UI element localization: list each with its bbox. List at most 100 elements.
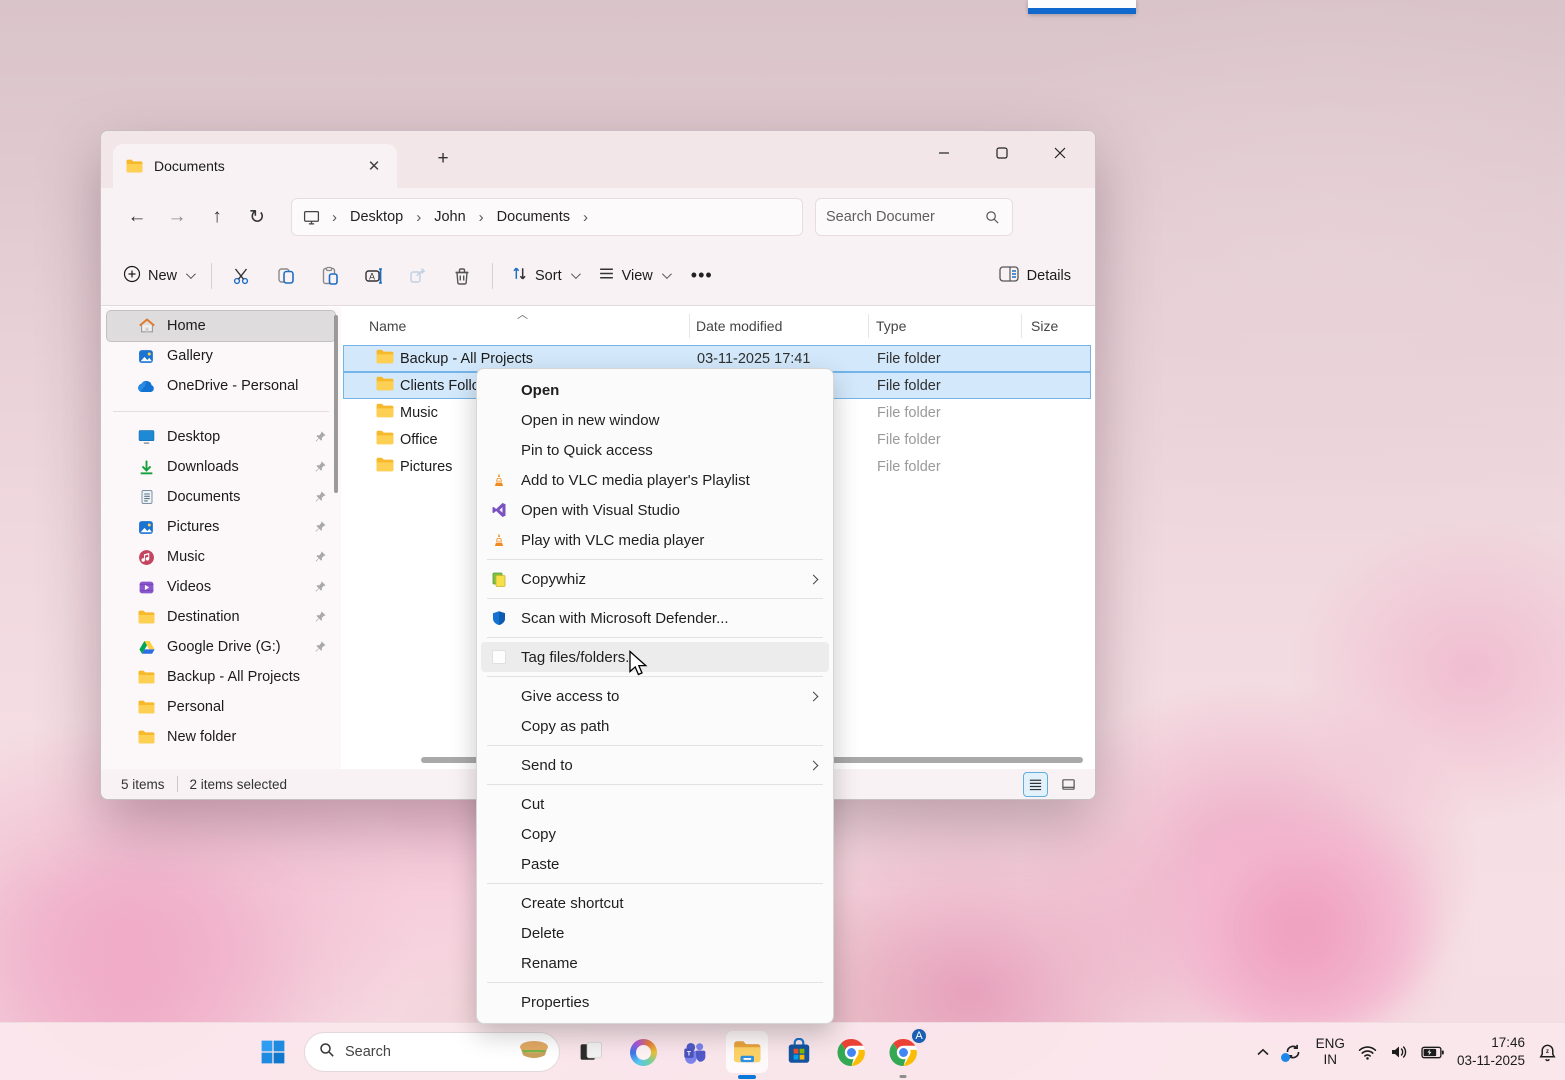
chrome-icon[interactable]	[830, 1031, 872, 1073]
copilot-icon[interactable]	[622, 1031, 664, 1073]
volume-icon[interactable]	[1390, 1044, 1408, 1060]
this-pc-icon[interactable]	[302, 208, 321, 227]
rename-button[interactable]: A	[352, 257, 396, 295]
back-button[interactable]: ←	[117, 199, 157, 235]
sidebar-item-destination[interactable]: Destination	[107, 602, 335, 632]
sidebar-item-onedrive[interactable]: OneDrive - Personal	[107, 371, 335, 401]
breadcrumb-documents[interactable]: Documents	[495, 207, 572, 227]
column-size[interactable]: Size	[1031, 318, 1058, 334]
breadcrumb-desktop[interactable]: Desktop	[348, 207, 405, 227]
menu-item-open[interactable]: Open	[481, 375, 829, 405]
close-button[interactable]	[1031, 131, 1089, 175]
menu-item-create-shortcut[interactable]: Create shortcut	[481, 888, 829, 918]
menu-item-cut[interactable]: Cut	[481, 789, 829, 819]
sidebar-item-home[interactable]: Home	[107, 311, 335, 341]
menu-item-delete[interactable]: Delete	[481, 918, 829, 948]
file-explorer-icon[interactable]	[726, 1031, 768, 1073]
menu-item-tag-files-folders[interactable]: Tag files/folders...	[481, 642, 829, 672]
sidebar-item-videos[interactable]: Videos	[107, 572, 335, 602]
desktop-icon	[137, 428, 156, 447]
maximize-button[interactable]	[973, 131, 1031, 175]
onedrive-icon	[137, 377, 156, 396]
chrome-profile-icon[interactable]: A	[882, 1031, 924, 1073]
sidebar-item-backup-all-projects[interactable]: Backup - All Projects	[107, 662, 335, 692]
column-name[interactable]: Name	[369, 318, 406, 334]
sidebar-item-new-folder[interactable]: New folder	[107, 722, 335, 752]
paste-button[interactable]	[308, 257, 352, 295]
breadcrumb-john[interactable]: John	[432, 207, 467, 227]
sidebar-item-gallery[interactable]: Gallery	[107, 341, 335, 371]
notification-bell-icon[interactable]: z	[1538, 1043, 1557, 1062]
more-options-button[interactable]: •••	[679, 265, 725, 286]
teams-icon[interactable]: T	[674, 1031, 716, 1073]
sidebar-item-pictures[interactable]: Pictures	[107, 512, 335, 542]
vlc-icon	[489, 530, 509, 550]
copy-button[interactable]	[264, 257, 308, 295]
menu-item-give-access-to[interactable]: Give access to	[481, 681, 829, 711]
task-view-button[interactable]	[570, 1031, 612, 1073]
sidebar-scrollbar[interactable]	[334, 315, 338, 493]
plus-circle-icon	[123, 265, 141, 287]
delete-button[interactable]	[440, 257, 484, 295]
taskbar-search[interactable]: Search	[304, 1032, 560, 1072]
clock[interactable]: 17:46 03-11-2025	[1457, 1034, 1525, 1069]
sidebar-item-music[interactable]: Music	[107, 542, 335, 572]
menu-item-play-with-vlc[interactable]: Play with VLC media player	[481, 525, 829, 555]
new-button[interactable]: New	[113, 257, 203, 295]
sidebar-item-downloads[interactable]: Downloads	[107, 452, 335, 482]
menu-item-send-to[interactable]: Send to	[481, 750, 829, 780]
menu-separator	[487, 559, 823, 560]
sidebar-item-personal[interactable]: Personal	[107, 692, 335, 722]
menu-item-copy-as-path[interactable]: Copy as path	[481, 711, 829, 741]
sidebar-item-desktop[interactable]: Desktop	[107, 422, 335, 452]
column-type[interactable]: Type	[876, 318, 906, 334]
menu-item-paste[interactable]: Paste	[481, 849, 829, 879]
battery-icon[interactable]	[1421, 1046, 1444, 1059]
share-button[interactable]	[396, 257, 440, 295]
sidebar-item-documents[interactable]: Documents	[107, 482, 335, 512]
tab-documents[interactable]: Documents ✕	[113, 144, 397, 188]
pin-icon	[313, 430, 327, 444]
show-hidden-icons-button[interactable]	[1256, 1047, 1270, 1057]
menu-item-properties[interactable]: Properties	[481, 987, 829, 1017]
menu-item-scan-with-defender[interactable]: Scan with Microsoft Defender...	[481, 603, 829, 633]
icons-view-toggle[interactable]	[1056, 772, 1081, 797]
wifi-icon[interactable]	[1358, 1045, 1377, 1060]
menu-item-pin-to-quick-access[interactable]: Pin to Quick access	[481, 435, 829, 465]
details-pane-icon	[999, 266, 1019, 286]
svg-text:A: A	[369, 271, 375, 281]
menu-item-add-to-vlc-playlist[interactable]: Add to VLC media player's Playlist	[481, 465, 829, 495]
sort-button[interactable]: Sort	[501, 257, 588, 294]
search-icon[interactable]	[983, 208, 1002, 227]
view-button[interactable]: View	[588, 257, 679, 294]
menu-item-rename[interactable]: Rename	[481, 948, 829, 978]
view-lines-icon	[598, 265, 615, 286]
start-button[interactable]	[252, 1031, 294, 1073]
language-indicator[interactable]: ENG IN	[1316, 1036, 1345, 1067]
sidebar-item-google-drive[interactable]: Google Drive (G:)	[107, 632, 335, 662]
forward-button[interactable]: →	[157, 199, 197, 235]
menu-item-open-in-new-window[interactable]: Open in new window	[481, 405, 829, 435]
menu-item-copy[interactable]: Copy	[481, 819, 829, 849]
details-view-toggle[interactable]	[1023, 772, 1048, 797]
desktop: Documents ✕ + ← → ↑ ↻ › Desktop › J	[0, 0, 1565, 1080]
tab-close-icon[interactable]: ✕	[363, 155, 385, 177]
search-highlight-image[interactable]	[517, 1039, 551, 1065]
home-icon	[137, 317, 156, 336]
sync-icon[interactable]	[1283, 1042, 1303, 1062]
vlc-icon	[489, 470, 509, 490]
new-tab-button[interactable]: +	[429, 145, 457, 173]
menu-item-open-with-visual-studio[interactable]: Open with Visual Studio	[481, 495, 829, 525]
refresh-button[interactable]: ↻	[237, 199, 277, 235]
peek-window[interactable]	[1028, 0, 1136, 14]
column-date-modified[interactable]: Date modified	[696, 318, 782, 334]
menu-separator	[487, 883, 823, 884]
breadcrumb-separator: ›	[472, 209, 491, 226]
cut-button[interactable]	[220, 257, 264, 295]
search-input[interactable]: Search Documer	[815, 198, 1013, 236]
details-pane-button[interactable]: Details	[987, 258, 1083, 294]
minimize-button[interactable]	[915, 131, 973, 175]
microsoft-store-icon[interactable]	[778, 1031, 820, 1073]
menu-item-copywhiz[interactable]: Copywhiz	[481, 564, 829, 594]
up-button[interactable]: ↑	[197, 199, 237, 235]
